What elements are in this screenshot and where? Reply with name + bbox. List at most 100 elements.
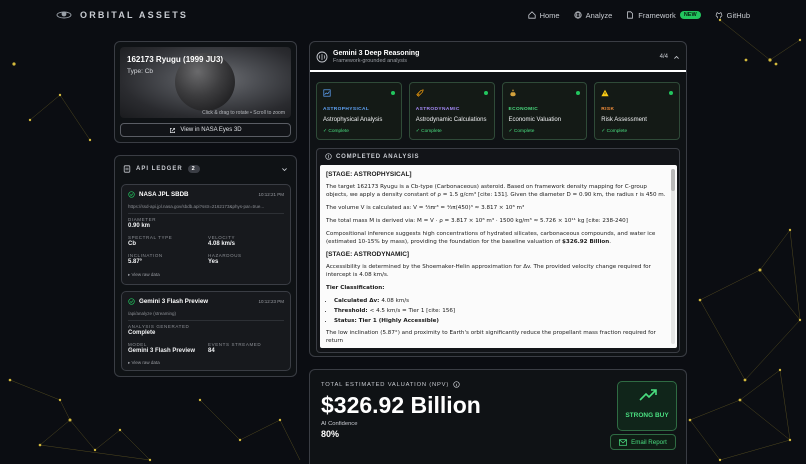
warning-icon bbox=[601, 89, 609, 97]
stage-name: Astrophysical Analysis bbox=[323, 117, 383, 123]
field-model: MODEL Gemini 3 Flash Preview bbox=[128, 342, 195, 354]
home-icon bbox=[527, 11, 536, 19]
field-key: ANALYSIS GENERATED bbox=[128, 324, 190, 329]
info-icon[interactable] bbox=[453, 381, 460, 388]
field-value: Complete bbox=[128, 330, 156, 336]
stage-cards: ASTROPHYSICAL Astrophysical Analysis ✓ C… bbox=[316, 82, 680, 140]
text-run: < 4.5 km/s = Tier 1 [cite: 156] bbox=[369, 308, 456, 314]
confidence-label: AI Confidence bbox=[321, 421, 358, 427]
field-events-streamed: EVENTS STREAMED 84 bbox=[208, 342, 261, 354]
reasoning-progress-bar bbox=[310, 70, 686, 72]
view-raw-data-link[interactable]: ▸ View raw data bbox=[128, 272, 160, 278]
paragraph: The low inclination (5.87°) and proximit… bbox=[326, 330, 656, 344]
mail-icon bbox=[619, 438, 628, 446]
completed-analysis-header: COMPLETED ANALYSIS bbox=[325, 153, 419, 160]
view-nasa-eyes-label: View in NASA Eyes 3D bbox=[180, 127, 242, 133]
rocket-icon bbox=[416, 89, 424, 97]
stage-card-economic[interactable]: ECONOMIC Economic Valuation ✓ Complete bbox=[501, 82, 588, 140]
new-badge: NEW bbox=[679, 11, 701, 19]
stage-category: ECONOMIC bbox=[508, 107, 539, 112]
nav-analyze[interactable]: Analyze bbox=[574, 10, 613, 20]
reasoning-page: 4/4 bbox=[659, 54, 668, 60]
field-key: HAZARDOUS bbox=[208, 253, 242, 258]
trending-up-icon bbox=[639, 389, 657, 401]
ledger-entry-nasa[interactable]: NASA JPL SBDB 10:12:21 PM https://ssd-ap… bbox=[121, 184, 291, 285]
text-run-bold: Threshold: bbox=[334, 308, 370, 314]
email-report-button[interactable]: Email Report bbox=[610, 434, 676, 450]
api-ledger-panel: API LEDGER 2 NASA JPL SBDB 10:12:21 PM h… bbox=[114, 155, 297, 377]
stage-name: Astrodynamic Calculations bbox=[415, 117, 487, 123]
stage-card-risk[interactable]: RISK Risk Assessment ✓ Complete bbox=[594, 82, 680, 140]
divider bbox=[128, 320, 284, 321]
asset-title: 162173 Ryugu (1999 JU3) bbox=[127, 55, 224, 64]
paragraph: The total mass M is derived via: M = V ·… bbox=[326, 218, 628, 224]
nav-analyze-label: Analyze bbox=[585, 10, 613, 20]
scrollbar[interactable] bbox=[671, 169, 675, 344]
globe-icon bbox=[574, 11, 582, 19]
stage-name: Risk Assessment bbox=[601, 117, 647, 123]
field-key: EVENTS STREAMED bbox=[208, 342, 262, 347]
asset-type: Type: Cb bbox=[127, 68, 154, 75]
field-key: INCLINATION bbox=[128, 253, 163, 258]
nav-framework[interactable]: Framework NEW bbox=[626, 10, 701, 20]
email-report-label: Email Report bbox=[631, 438, 667, 446]
nav-home[interactable]: Home bbox=[527, 11, 560, 20]
field-analysis-generated: ANALYSIS GENERATED Complete bbox=[128, 324, 189, 336]
reasoning-title: Gemini 3 Deep Reasoning bbox=[333, 50, 420, 57]
strong-buy-badge: STRONG BUY bbox=[617, 381, 677, 431]
api-ledger-header[interactable]: API LEDGER 2 bbox=[123, 162, 288, 176]
ledger-entry-gemini[interactable]: Gemini 3 Flash Preview 10:12:23 PM /api/… bbox=[121, 291, 291, 371]
github-icon bbox=[715, 12, 722, 19]
stage-status: ✓ Complete bbox=[323, 129, 349, 134]
field-key: MODEL bbox=[128, 342, 148, 347]
document-icon bbox=[627, 11, 634, 19]
text-run: . bbox=[609, 239, 611, 245]
analysis-document[interactable]: [STAGE: ASTROPHYSICAL] The target 162173… bbox=[320, 165, 677, 348]
nav-framework-label: Framework bbox=[638, 10, 676, 20]
app-title: ORBITAL ASSETS bbox=[80, 10, 189, 20]
field-value: 0.90 km bbox=[128, 223, 151, 229]
ledger-entry-time: 10:12:21 PM bbox=[258, 192, 284, 197]
nav-github-label: GitHub bbox=[726, 10, 750, 20]
tier-list: Calculated Δv: 4.08 km/s Threshold: < 4.… bbox=[334, 297, 666, 325]
field-diameter: DIAMETER 0.90 km bbox=[128, 217, 156, 229]
chevron-down-icon[interactable] bbox=[281, 166, 288, 173]
scrollbar-thumb[interactable] bbox=[671, 169, 675, 191]
paragraph: Accessibility is determined by the Shoem… bbox=[326, 264, 651, 278]
completed-analysis-panel: COMPLETED ANALYSIS [STAGE: ASTROPHYSICAL… bbox=[316, 148, 680, 353]
paragraph: Tier Classification: bbox=[326, 285, 385, 291]
list-item: Calculated Δv: 4.08 km/s bbox=[334, 297, 666, 305]
field-value: Yes bbox=[208, 259, 219, 265]
paragraph: The target 162173 Ryugu is a Cb-type (Ca… bbox=[326, 184, 666, 198]
ledger-icon bbox=[123, 165, 131, 173]
analysis-text: [STAGE: ASTROPHYSICAL] The target 162173… bbox=[326, 171, 666, 348]
reasoning-header[interactable]: Gemini 3 Deep Reasoning Framework-ground… bbox=[316, 47, 680, 67]
chevron-up-icon[interactable] bbox=[673, 54, 680, 61]
viewer-hint: Click & drag to rotate • Scroll to zoom bbox=[202, 110, 285, 116]
field-value: Gemini 3 Flash Preview bbox=[128, 348, 196, 354]
stage-card-astrodynamic[interactable]: ASTRODYNAMIC Astrodynamic Calculations ✓… bbox=[408, 82, 495, 140]
external-link-icon bbox=[170, 127, 176, 133]
stage-category: ASTROPHYSICAL bbox=[323, 107, 370, 112]
nav-github[interactable]: GitHub bbox=[715, 11, 750, 20]
ledger-entry-title-row: Gemini 3 Flash Preview bbox=[128, 298, 208, 305]
logo[interactable]: ORBITAL ASSETS bbox=[56, 8, 188, 22]
ledger-entry-url: https://ssd-api.jpl.nasa.gov/sbdb.api?ss… bbox=[128, 204, 265, 209]
view-nasa-eyes-button[interactable]: View in NASA Eyes 3D bbox=[120, 123, 291, 137]
field-key: SPECTRAL TYPE bbox=[128, 235, 173, 240]
asteroid-3d-viewer[interactable]: 162173 Ryugu (1999 JU3) Type: Cb Click &… bbox=[120, 47, 291, 118]
field-key: VELOCITY bbox=[208, 235, 236, 240]
ledger-entry-time: 10:12:23 PM bbox=[258, 299, 284, 304]
status-dot bbox=[669, 91, 673, 95]
view-raw-data-link[interactable]: ▸ View raw data bbox=[128, 360, 160, 366]
field-value: 4.08 km/s bbox=[208, 241, 236, 247]
stage-card-astrophysical[interactable]: ASTROPHYSICAL Astrophysical Analysis ✓ C… bbox=[316, 82, 402, 140]
field-spectral-type: SPECTRAL TYPE Cb bbox=[128, 235, 172, 247]
check-circle-icon bbox=[128, 298, 135, 305]
paragraph: Compositional inference suggests high co… bbox=[326, 230, 666, 246]
stage-status: ✓ Complete bbox=[508, 129, 535, 134]
status-dot bbox=[390, 91, 395, 95]
valuation-label: TOTAL ESTIMATED VALUATION (NPV) bbox=[321, 381, 450, 388]
asset-card: 162173 Ryugu (1999 JU3) Type: Cb Click &… bbox=[114, 41, 297, 143]
orbit-logo-icon bbox=[56, 11, 72, 19]
